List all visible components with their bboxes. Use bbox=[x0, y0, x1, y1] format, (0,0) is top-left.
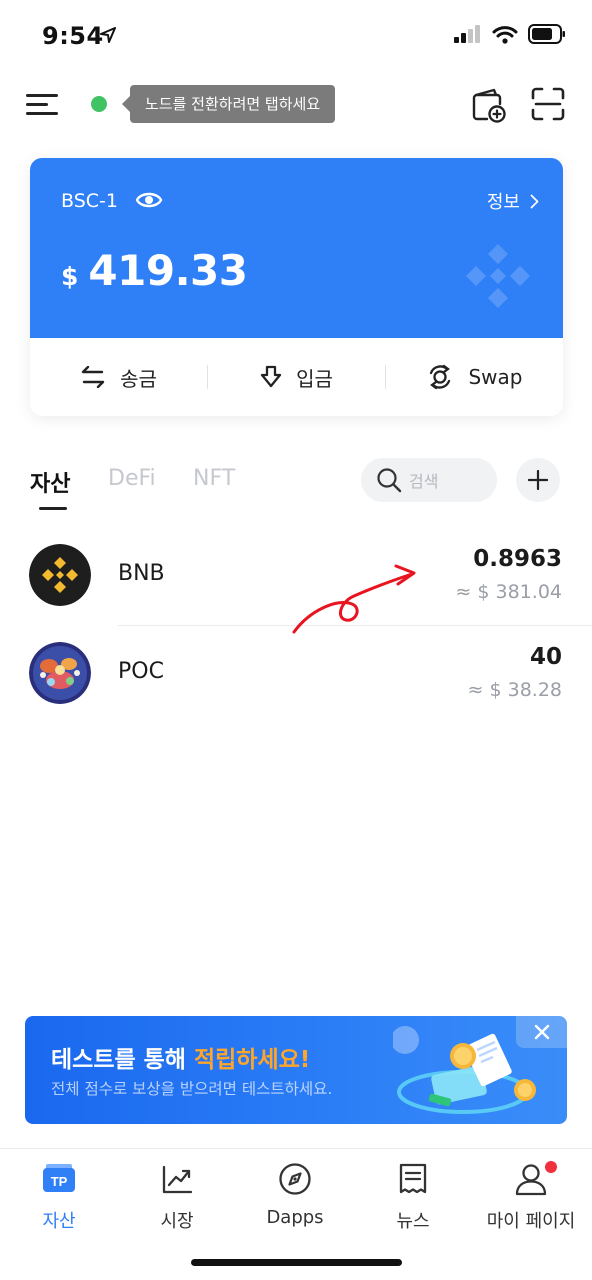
news-icon bbox=[399, 1163, 427, 1194]
bnb-logo bbox=[29, 544, 91, 606]
battery-icon bbox=[528, 24, 565, 44]
home-indicator bbox=[191, 1259, 402, 1266]
location-arrow-icon bbox=[100, 27, 116, 43]
token-row-poc[interactable]: POC 40 ≈ $ 38.28 bbox=[0, 627, 592, 724]
banner-close-button[interactable] bbox=[516, 1016, 567, 1048]
status-indicators bbox=[454, 24, 566, 44]
search-input[interactable]: 검색 bbox=[361, 458, 497, 502]
active-tab-indicator bbox=[39, 507, 67, 510]
balance-amount: 419.33 bbox=[88, 246, 248, 295]
svg-text:TP: TP bbox=[51, 1174, 68, 1189]
profile-icon bbox=[515, 1164, 547, 1196]
tab-assets[interactable]: 자산 bbox=[30, 466, 70, 498]
market-chart-icon bbox=[162, 1165, 193, 1194]
transfer-icon bbox=[81, 366, 105, 388]
nav-label: Dapps bbox=[266, 1207, 324, 1228]
wallet-actions: 송금 입금 Swap bbox=[30, 338, 563, 416]
chevron-right-icon bbox=[530, 194, 539, 208]
tab-defi[interactable]: DeFi bbox=[108, 466, 156, 491]
status-time: 9:54 bbox=[42, 22, 104, 50]
node-switch-tooltip: 노드를 전환하려면 탭하세요 bbox=[121, 85, 336, 123]
nav-label: 마이 페이지 bbox=[486, 1211, 576, 1232]
bnb-watermark-icon bbox=[466, 244, 530, 308]
wallet-info-label: 정보 bbox=[486, 192, 520, 213]
notification-badge bbox=[545, 1161, 557, 1173]
token-fiat-value: ≈ $ 38.28 bbox=[467, 679, 562, 701]
wallet-balance-panel[interactable]: BSC-1 정보 $ 419.33 bbox=[30, 158, 563, 338]
menu-icon[interactable] bbox=[26, 90, 60, 120]
banner-title: 테스트를 통해 적립하세요! bbox=[51, 1040, 310, 1074]
tab-nft[interactable]: NFT bbox=[193, 466, 235, 491]
search-placeholder: 검색 bbox=[409, 472, 439, 491]
receive-label: 입금 bbox=[296, 366, 333, 391]
swap-icon bbox=[430, 364, 451, 390]
poc-logo bbox=[29, 642, 91, 704]
banner-title-prefix: 테스트를 통해 bbox=[51, 1047, 194, 1073]
node-status-dot[interactable] bbox=[91, 96, 107, 112]
nav-label: 시장 bbox=[160, 1211, 194, 1232]
scan-icon[interactable] bbox=[530, 86, 566, 122]
nav-label: 뉴스 bbox=[396, 1211, 430, 1232]
signal-icon bbox=[454, 25, 480, 43]
wallet-info-link[interactable]: 정보 bbox=[487, 188, 539, 214]
transfer-button[interactable]: 송금 bbox=[30, 338, 207, 416]
receive-button[interactable]: 입금 bbox=[208, 338, 385, 416]
token-fiat-value: ≈ $ 381.04 bbox=[455, 581, 562, 603]
banner-subtitle: 전체 점수로 보상을 받으려면 테스트하세요. bbox=[51, 1080, 333, 1098]
top-bar: 노드를 전환하려면 탭하세요 bbox=[0, 80, 592, 130]
wallet-name: BSC-1 bbox=[61, 190, 118, 212]
swap-label: Swap bbox=[468, 365, 523, 389]
search-icon bbox=[377, 468, 402, 493]
nav-market[interactable]: 시장 bbox=[118, 1159, 236, 1233]
nav-news[interactable]: 뉴스 bbox=[354, 1159, 472, 1233]
token-symbol: POC bbox=[118, 659, 164, 684]
wallet-balance: $ 419.33 bbox=[61, 246, 248, 295]
nav-my-page[interactable]: 마이 페이지 bbox=[472, 1159, 590, 1233]
balance-currency: $ bbox=[61, 262, 79, 291]
token-amount: 40 bbox=[529, 644, 562, 670]
nav-dapps[interactable]: Dapps bbox=[236, 1159, 354, 1228]
wifi-icon bbox=[492, 25, 518, 44]
token-amount: 0.8963 bbox=[473, 546, 562, 572]
close-icon bbox=[534, 1024, 549, 1040]
transfer-label: 송금 bbox=[120, 366, 157, 391]
swap-button[interactable]: Swap bbox=[386, 338, 563, 416]
token-symbol: BNB bbox=[118, 561, 165, 586]
tp-wallet-icon: TP bbox=[43, 1164, 75, 1192]
asset-tabs: 자산 DeFi NFT 검색 bbox=[30, 458, 570, 518]
promo-banner[interactable]: 테스트를 통해 적립하세요! 전체 점수로 보상을 받으려면 테스트하세요. bbox=[25, 1016, 567, 1124]
row-divider bbox=[118, 625, 592, 626]
add-token-button[interactable] bbox=[516, 458, 560, 502]
add-wallet-icon[interactable] bbox=[470, 86, 508, 124]
status-bar: 9:54 bbox=[0, 0, 592, 70]
nav-label: 자산 bbox=[42, 1211, 76, 1232]
plus-icon bbox=[528, 470, 548, 490]
compass-icon bbox=[279, 1163, 311, 1195]
nav-assets[interactable]: TP 자산 bbox=[0, 1159, 118, 1233]
receive-icon bbox=[260, 365, 282, 388]
wallet-card: BSC-1 정보 $ 419.33 송금 입금 Swap bbox=[30, 158, 563, 416]
eye-icon[interactable] bbox=[135, 189, 163, 211]
token-row-bnb[interactable]: BNB 0.8963 ≈ $ 381.04 bbox=[0, 529, 592, 626]
banner-title-highlight: 적립하세요! bbox=[193, 1047, 311, 1073]
